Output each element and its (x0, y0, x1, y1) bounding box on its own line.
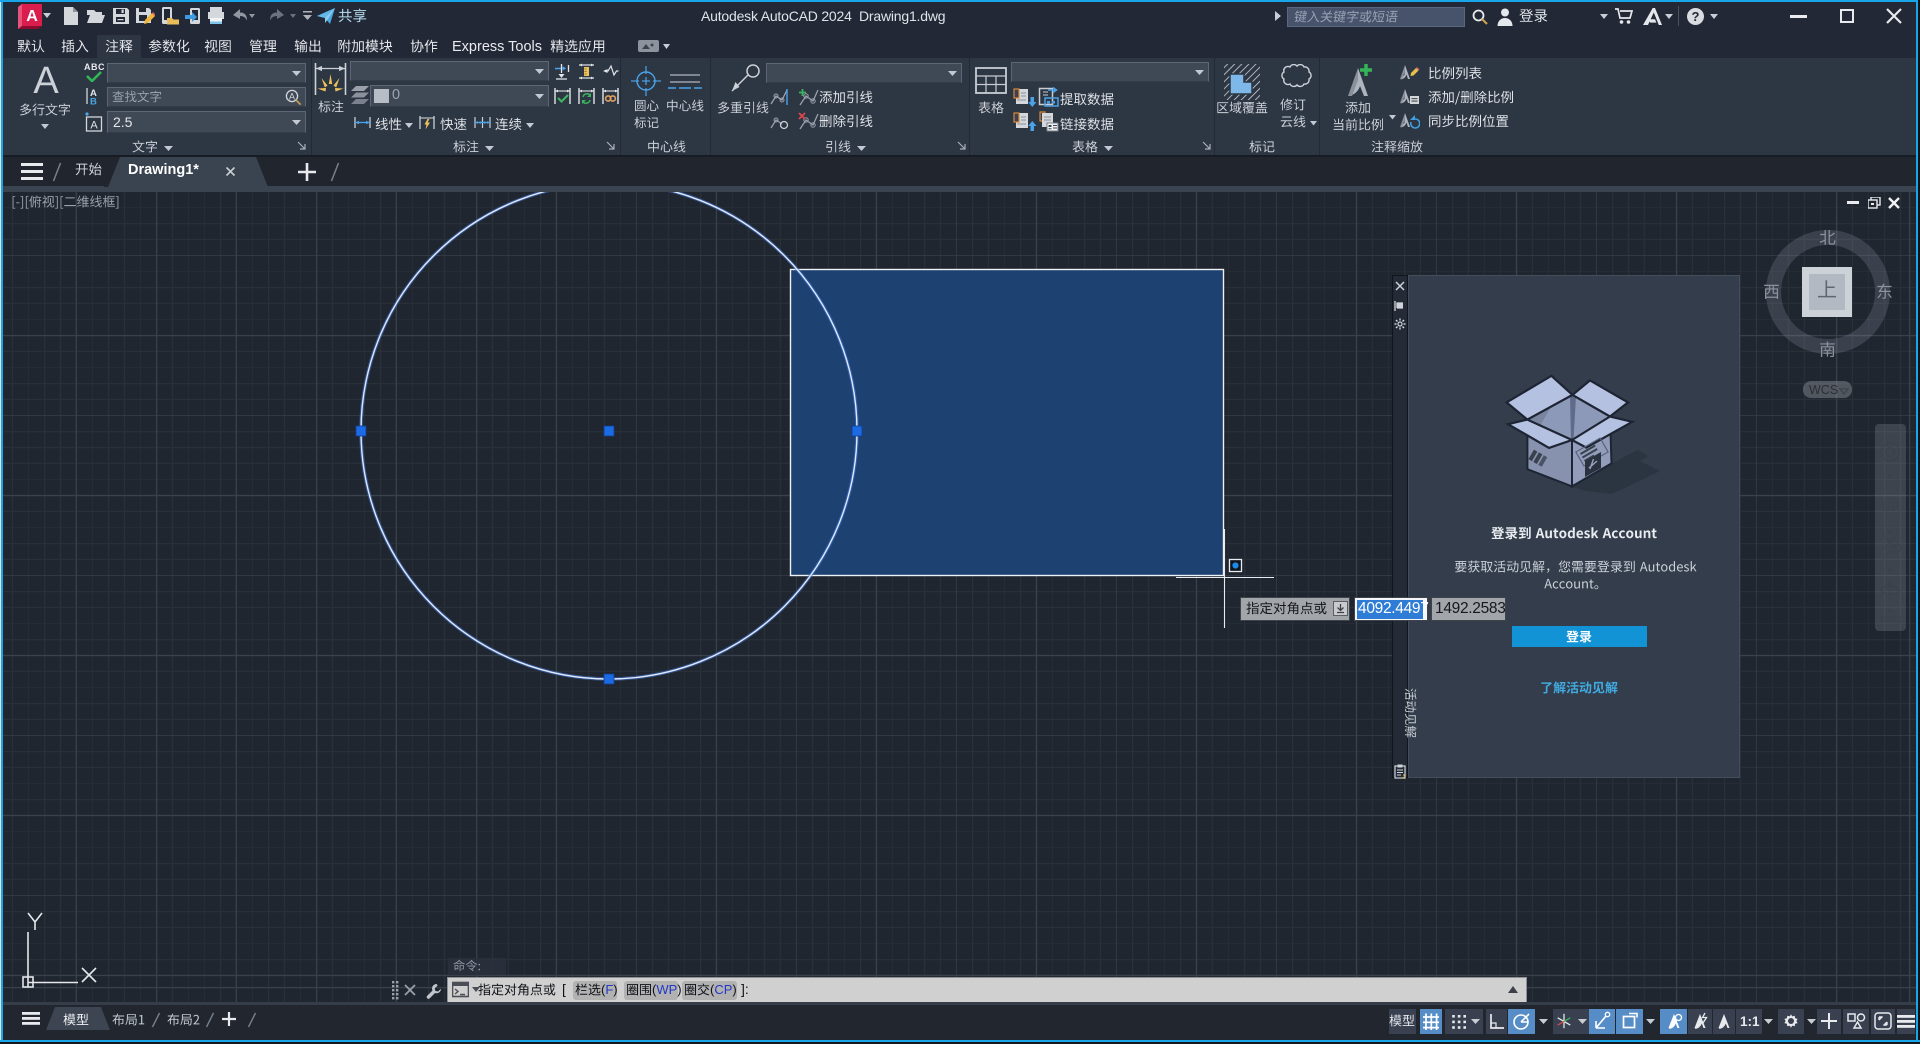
svg-text:A: A (33, 61, 59, 101)
svg-text:A: A (289, 92, 295, 102)
svg-text:A: A (26, 8, 38, 25)
svg-text:A: A (90, 120, 98, 132)
svg-text:?: ? (1692, 9, 1700, 24)
svg-text:B: B (90, 97, 97, 106)
